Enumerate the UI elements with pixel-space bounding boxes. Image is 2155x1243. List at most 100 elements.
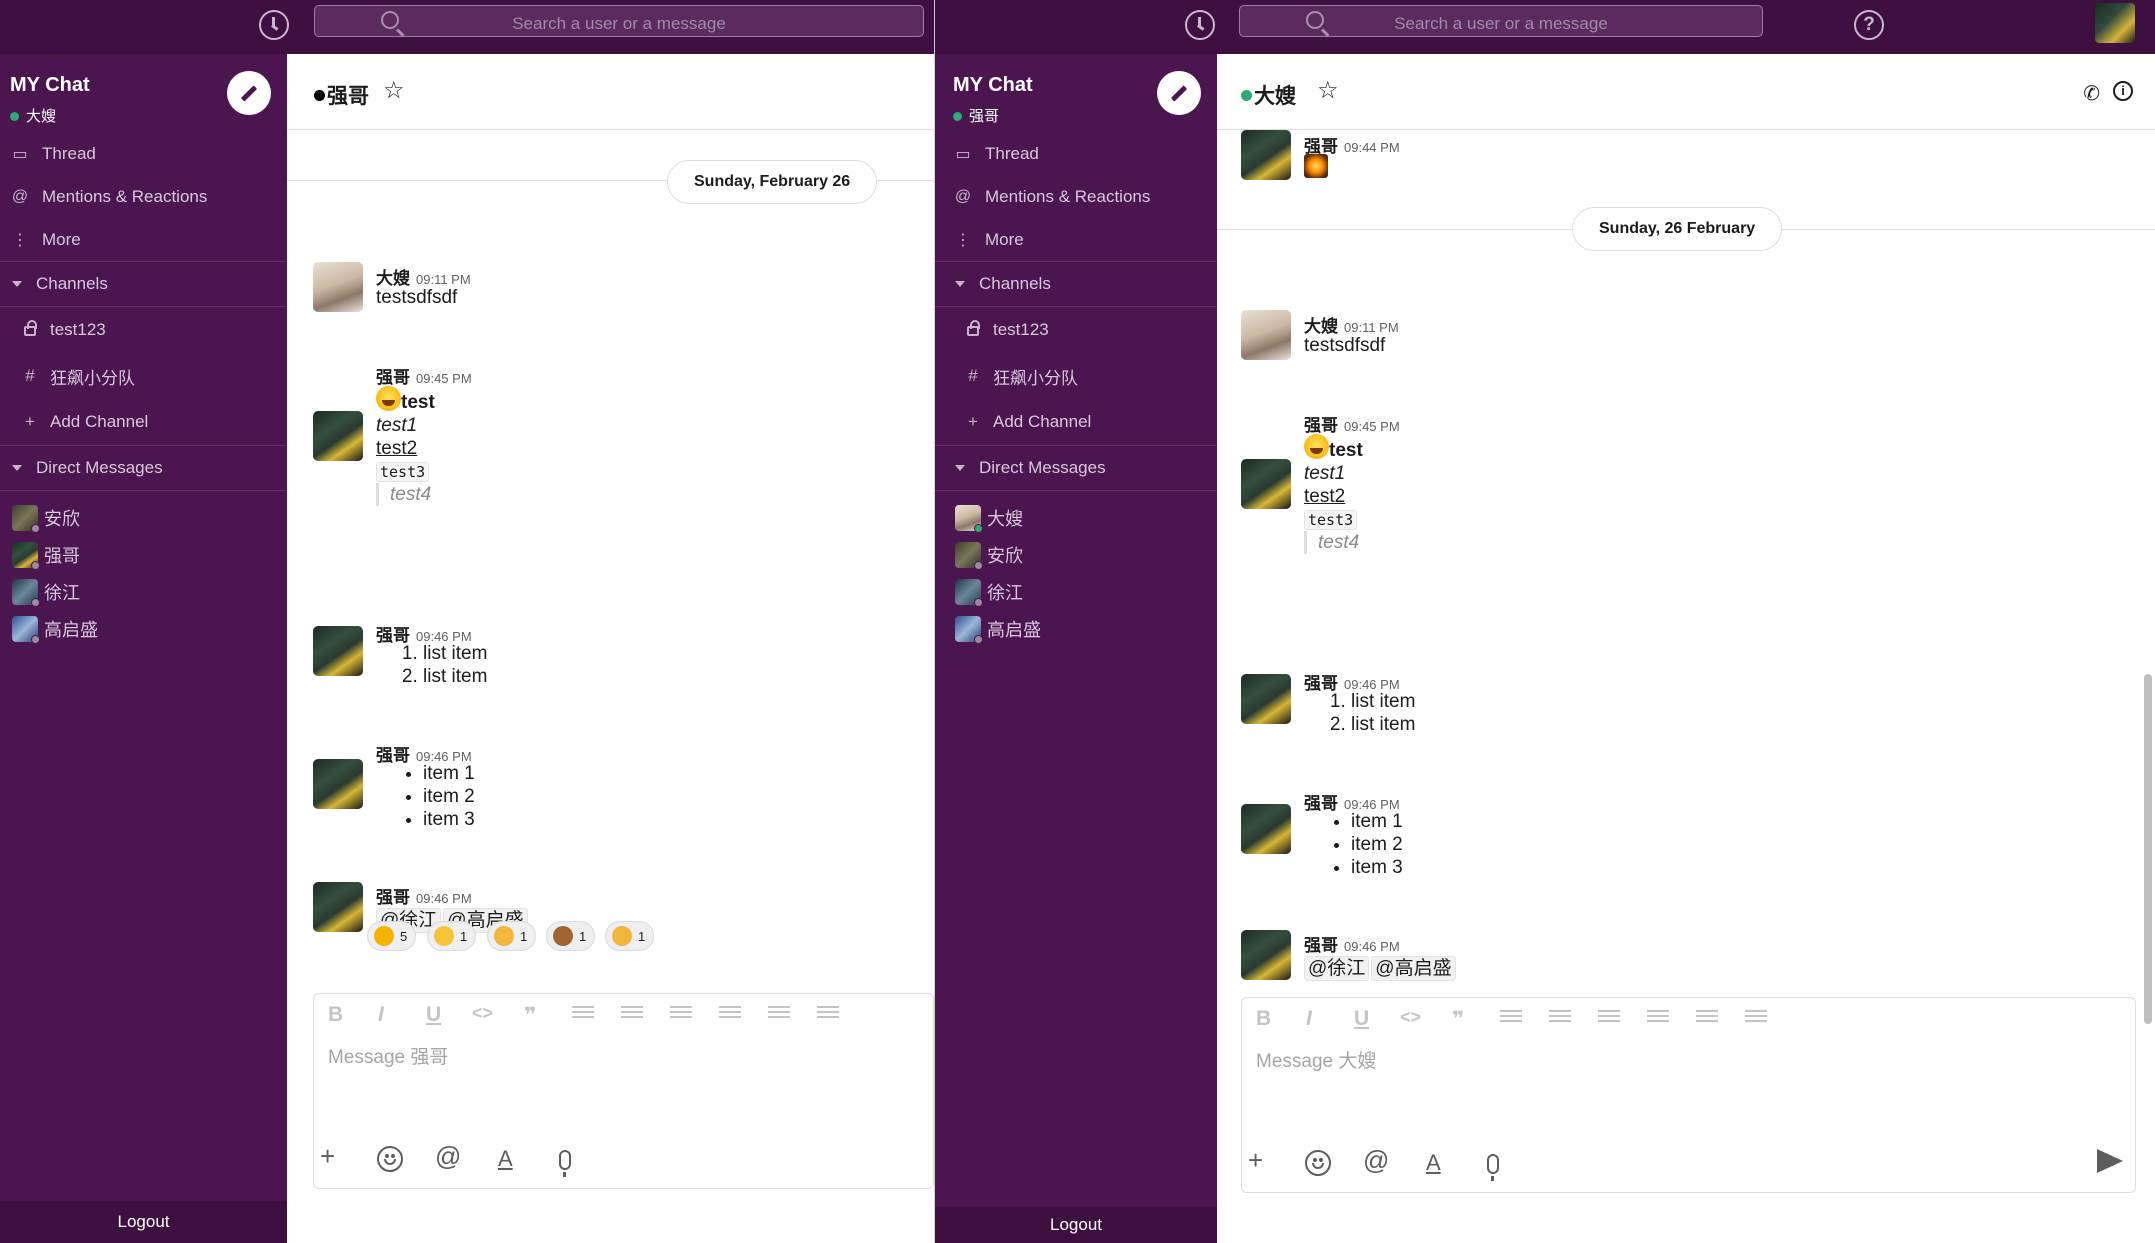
emoji-icon[interactable]: [1305, 1150, 1331, 1176]
nav-more[interactable]: ⋮ More: [0, 218, 287, 261]
nav-mentions[interactable]: @ Mentions & Reactions: [935, 175, 1217, 218]
plus-icon[interactable]: +: [1248, 1145, 1263, 1176]
channel-test123[interactable]: test123: [935, 307, 1217, 353]
see-no-evil-monkey-icon: [553, 926, 573, 946]
inline-code: test3: [1304, 510, 1358, 530]
composer-placeholder[interactable]: Message 强哥: [328, 1042, 448, 1069]
italic-icon[interactable]: I: [378, 1003, 384, 1027]
bold-icon[interactable]: B: [1256, 1007, 1271, 1031]
at-mention-icon[interactable]: @: [1363, 1145, 1389, 1176]
ordered-list-icon[interactable]: [572, 1006, 594, 1024]
avatar: [1241, 459, 1291, 509]
quote-icon[interactable]: ❞: [524, 1003, 536, 1028]
text-format-icon[interactable]: A: [1426, 1150, 1441, 1176]
reaction-chip[interactable]: 1: [546, 921, 596, 951]
dm-item-anxin[interactable]: 安欣: [935, 536, 1217, 573]
channels-section-toggle[interactable]: Channels: [935, 261, 1217, 307]
nav-thread[interactable]: ▭ Thread: [935, 132, 1217, 175]
nav-mentions[interactable]: @ Mentions & Reactions: [0, 175, 287, 218]
add-channel-button[interactable]: + Add Channel: [935, 399, 1217, 445]
italic-icon[interactable]: I: [1306, 1007, 1312, 1031]
channels-section-toggle[interactable]: Channels: [0, 261, 287, 307]
channel-kuangbiao[interactable]: # 狂飙小分队: [0, 353, 287, 399]
dm-section-toggle[interactable]: Direct Messages: [0, 445, 287, 491]
dm-item-xujiang[interactable]: 徐江: [0, 573, 287, 610]
reaction-chip[interactable]: 1: [487, 921, 537, 951]
dm-item-qiangge[interactable]: 强哥: [0, 536, 287, 573]
dm-section-toggle[interactable]: Direct Messages: [935, 445, 1217, 491]
align-justify-icon[interactable]: [817, 1006, 839, 1024]
list-item: item 1: [423, 762, 475, 785]
history-clock-icon[interactable]: [259, 10, 289, 40]
microphone-icon[interactable]: [559, 1150, 571, 1177]
star-icon[interactable]: ☆: [383, 76, 405, 105]
reaction-chip[interactable]: 5: [367, 921, 417, 951]
add-channel-label: Add Channel: [50, 412, 149, 431]
mention[interactable]: @高启盛: [1371, 956, 1456, 981]
code-icon[interactable]: <>: [1400, 1007, 1421, 1028]
emoji-icon[interactable]: [377, 1146, 403, 1172]
dm-item-gaoqisheng[interactable]: 高启盛: [0, 610, 287, 647]
avatar: [12, 504, 40, 533]
underline-icon[interactable]: U: [426, 1003, 441, 1027]
send-icon[interactable]: [2097, 1149, 2123, 1173]
compose-edit-icon[interactable]: [227, 71, 271, 115]
ordered-list-icon[interactable]: [1500, 1010, 1522, 1028]
mention[interactable]: @徐江: [1304, 956, 1370, 981]
nav-more[interactable]: ⋮ More: [935, 218, 1217, 261]
star-icon[interactable]: ☆: [1317, 76, 1339, 105]
bullet-list-icon[interactable]: [621, 1006, 643, 1024]
search-input[interactable]: Search a user or a message: [1239, 5, 1763, 37]
dm-item-xujiang[interactable]: 徐江: [935, 573, 1217, 610]
chat-title-text: 大嫂: [1254, 85, 1296, 108]
compose-edit-icon[interactable]: [1157, 71, 1201, 115]
composer-placeholder[interactable]: Message 大嫂: [1256, 1046, 1376, 1073]
align-center-icon[interactable]: [719, 1006, 741, 1024]
workspace-name: MY Chat: [10, 74, 90, 96]
dm-item-gaoqisheng[interactable]: 高启盛: [935, 610, 1217, 647]
align-right-icon[interactable]: [1696, 1010, 1718, 1028]
bold-text: test: [401, 392, 435, 413]
list-item: item 2: [1351, 833, 1403, 856]
dm-item-dasao[interactable]: 大嫂: [935, 499, 1217, 536]
reaction-chip[interactable]: 1: [427, 921, 477, 951]
presence-dot: [314, 90, 325, 101]
align-right-icon[interactable]: [768, 1006, 790, 1024]
dm-label: 高启盛: [987, 619, 1041, 640]
bold-icon[interactable]: B: [328, 1003, 343, 1027]
history-clock-icon[interactable]: [1185, 10, 1215, 40]
dm-item-anxin[interactable]: 安欣: [0, 499, 287, 536]
text-format-icon[interactable]: A: [498, 1146, 513, 1172]
chat-header: 大嫂 ☆ ✆ i: [1217, 54, 2155, 130]
sidebar: MY Chat 强哥 ▭ Thread @ Mentions & Reactions…: [935, 54, 1217, 1243]
align-left-icon[interactable]: [670, 1006, 692, 1024]
add-channel-label: Add Channel: [993, 412, 1092, 431]
underline-icon[interactable]: U: [1354, 1007, 1369, 1031]
logout-button[interactable]: Logout: [935, 1207, 1217, 1243]
sparkler-emoji-icon: [1304, 154, 1328, 178]
channel-kuangbiao[interactable]: # 狂飙小分队: [935, 353, 1217, 399]
quote-icon[interactable]: ❞: [1452, 1007, 1464, 1032]
microphone-icon[interactable]: [1487, 1154, 1499, 1181]
phone-icon[interactable]: ✆: [2083, 81, 2100, 106]
sidebar: MY Chat 大嫂 ▭ Thread @ Mentions & Reactions…: [0, 54, 287, 1243]
reaction-chip[interactable]: 1: [605, 921, 655, 951]
help-icon[interactable]: ?: [1854, 10, 1884, 40]
align-justify-icon[interactable]: [1745, 1010, 1767, 1028]
message-text: testsdfsdf: [1304, 335, 1386, 356]
align-center-icon[interactable]: [1647, 1010, 1669, 1028]
channel-test123[interactable]: test123: [0, 307, 287, 353]
user-avatar[interactable]: [2095, 3, 2135, 43]
at-mention-icon[interactable]: @: [435, 1141, 461, 1172]
search-placeholder: Search a user or a message: [1394, 14, 1608, 33]
search-input[interactable]: Search a user or a message: [314, 5, 924, 37]
add-channel-button[interactable]: + Add Channel: [0, 399, 287, 445]
nav-thread[interactable]: ▭ Thread: [0, 132, 287, 175]
plus-icon[interactable]: +: [320, 1141, 335, 1172]
bullet-list-icon[interactable]: [1549, 1010, 1571, 1028]
logout-button[interactable]: Logout: [0, 1201, 287, 1243]
scrollbar[interactable]: [2144, 674, 2152, 1024]
align-left-icon[interactable]: [1598, 1010, 1620, 1028]
code-icon[interactable]: <>: [472, 1003, 493, 1024]
info-icon[interactable]: i: [2113, 81, 2133, 101]
